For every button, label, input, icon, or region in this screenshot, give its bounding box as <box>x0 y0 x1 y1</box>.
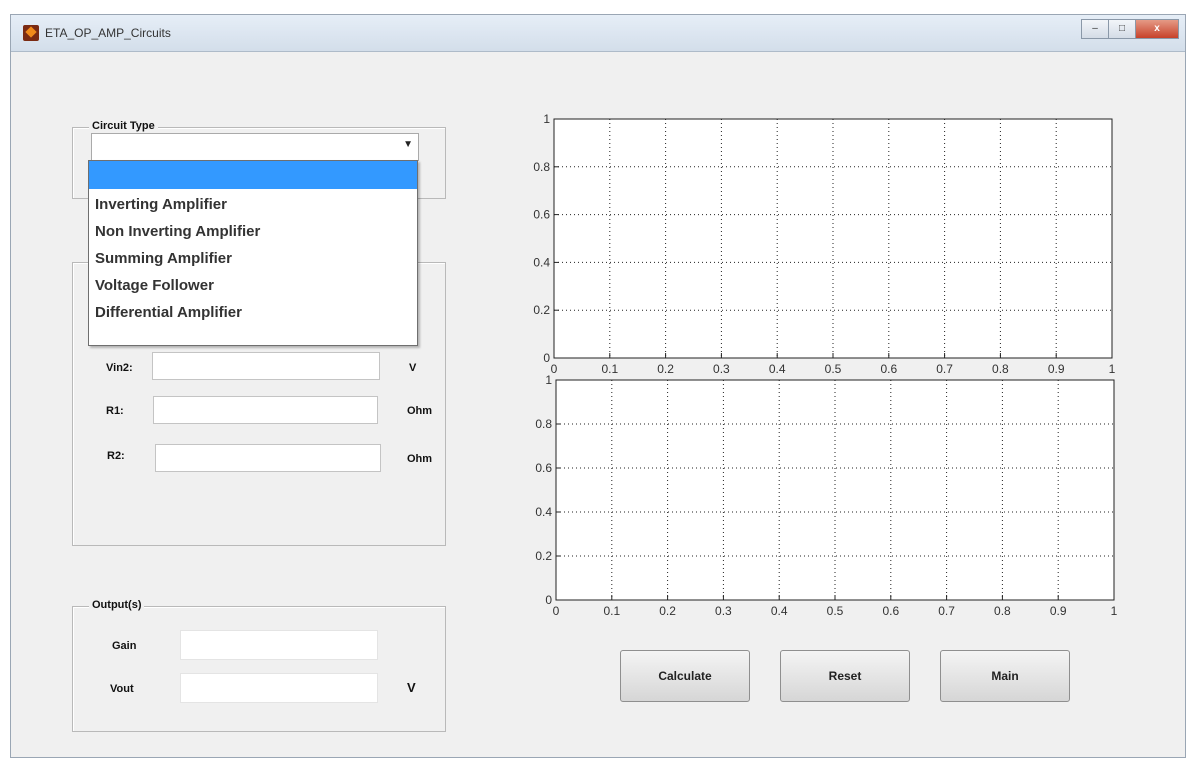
r2-field[interactable] <box>155 444 381 472</box>
r1-unit: Ohm <box>407 405 433 417</box>
option-summing-amplifier[interactable]: Summing Amplifier <box>89 245 417 272</box>
option-non-inverting-amplifier[interactable]: Non Inverting Amplifier <box>89 218 417 245</box>
vout-field[interactable] <box>180 673 378 703</box>
option-voltage-follower[interactable]: Voltage Follower <box>89 272 417 299</box>
circuit-type-select[interactable]: ▼ <box>91 133 419 161</box>
vin2-field[interactable] <box>152 352 380 380</box>
option-blank[interactable] <box>89 161 417 189</box>
close-button[interactable]: x <box>1135 19 1179 39</box>
gain-field[interactable] <box>180 630 378 660</box>
maximize-button[interactable]: □ <box>1108 19 1136 39</box>
reset-button[interactable]: Reset <box>780 650 910 702</box>
circuit-type-title: Circuit Type <box>89 120 158 132</box>
matlab-icon <box>23 25 39 41</box>
outputs-panel: Output(s) <box>72 599 446 732</box>
vout-unit: V <box>407 680 416 695</box>
r1-label: R1: <box>106 405 124 417</box>
minimize-button[interactable]: – <box>1081 19 1109 39</box>
r2-unit: Ohm <box>407 453 433 465</box>
title-bar: ETA_OP_AMP_Circuits – □ x <box>11 15 1185 52</box>
outputs-panel-title: Output(s) <box>89 599 145 611</box>
chevron-down-icon[interactable]: ▼ <box>403 139 413 150</box>
vin2-label: Vin2: <box>106 362 133 374</box>
vin2-unit: V <box>409 362 417 374</box>
main-button[interactable]: Main <box>940 650 1070 702</box>
r1-field[interactable] <box>153 396 378 424</box>
calculate-button[interactable]: Calculate <box>620 650 750 702</box>
option-inverting-amplifier[interactable]: Inverting Amplifier <box>89 191 417 218</box>
r2-label: R2: <box>107 450 125 462</box>
gain-label: Gain <box>112 640 137 652</box>
circuit-type-dropdown: Inverting Amplifier Non Inverting Amplif… <box>88 160 418 346</box>
window-title: ETA_OP_AMP_Circuits <box>45 26 171 40</box>
option-differential-amplifier[interactable]: Differential Amplifier <box>89 299 417 326</box>
vout-label: Vout <box>110 683 134 695</box>
